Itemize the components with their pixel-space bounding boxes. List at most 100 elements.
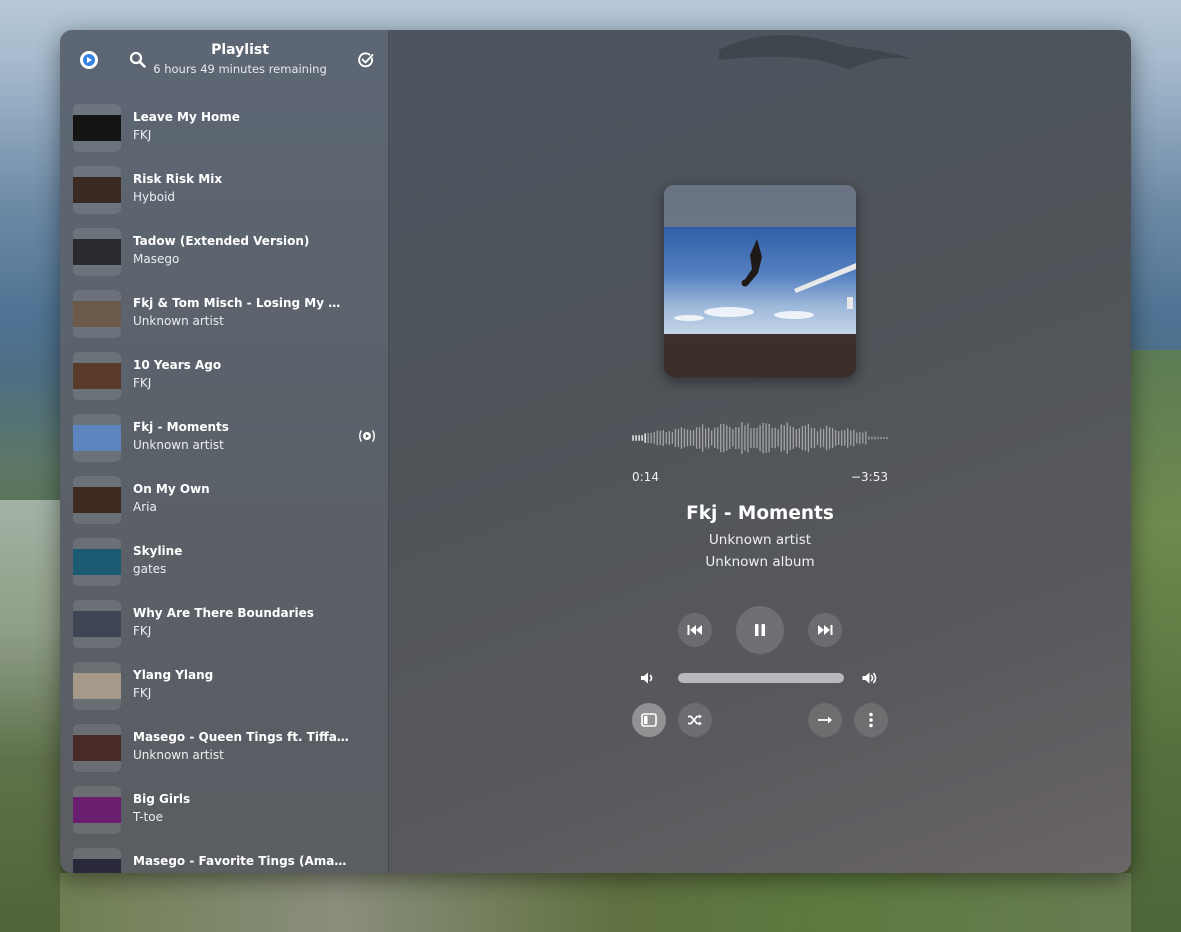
waveform-bar bbox=[780, 424, 782, 452]
waveform-bar bbox=[665, 432, 667, 444]
track-artist: FKJ bbox=[133, 686, 152, 700]
waveform-bar bbox=[828, 427, 831, 449]
repeat-button[interactable] bbox=[808, 703, 842, 737]
waveform-bar bbox=[874, 436, 876, 440]
track-row[interactable]: Big Girls T-toe bbox=[60, 784, 389, 846]
waveform-bar bbox=[720, 423, 722, 453]
waveform-bar bbox=[856, 432, 858, 444]
track-artist: Unknown artist bbox=[133, 438, 224, 452]
track-artist: FKJ bbox=[133, 376, 152, 390]
waveform-bar bbox=[750, 428, 752, 448]
track-row[interactable]: Fkj - Moments Unknown artist bbox=[60, 412, 389, 474]
waveform-bar bbox=[692, 430, 695, 446]
play-circle-icon[interactable] bbox=[80, 51, 98, 69]
waveform-bar bbox=[668, 431, 670, 445]
waveform-bar bbox=[880, 436, 882, 440]
track-row[interactable]: 10 Years Ago FKJ bbox=[60, 350, 389, 412]
waveform-bar bbox=[807, 423, 810, 453]
waveform-seek-bar[interactable] bbox=[632, 415, 888, 461]
waveform-bar bbox=[635, 435, 637, 441]
waveform-bar bbox=[813, 427, 816, 449]
skip-backward-icon bbox=[687, 625, 702, 635]
waveform-bar bbox=[747, 423, 749, 453]
sidebar-header: Playlist 6 hours 49 minutes remaining bbox=[60, 30, 388, 96]
sidebar-toggle-button[interactable] bbox=[632, 703, 666, 737]
track-row[interactable]: Why Are There Boundaries FKJ bbox=[60, 598, 389, 660]
volume-low-icon[interactable] bbox=[639, 669, 657, 687]
track-row[interactable]: Tadow (Extended Version) Masego bbox=[60, 226, 389, 288]
diver-silhouette bbox=[741, 239, 856, 309]
waveform-bar bbox=[704, 428, 707, 448]
waveform-bar bbox=[756, 427, 758, 449]
track-thumbnail bbox=[73, 352, 121, 400]
track-row[interactable]: Masego - Queen Tings ft. Tiffany Gouché U… bbox=[60, 722, 389, 784]
waveform-bar bbox=[774, 427, 776, 449]
waveform-bar bbox=[632, 435, 634, 441]
waveform-bar bbox=[816, 431, 819, 445]
track-artist: Unknown artist bbox=[133, 314, 224, 328]
previous-button[interactable] bbox=[678, 613, 712, 647]
waveform-bar bbox=[831, 427, 834, 449]
waveform-bar bbox=[786, 422, 788, 454]
waveform-bar bbox=[744, 425, 746, 451]
volume-slider[interactable] bbox=[678, 673, 844, 683]
track-row[interactable]: Skyline gates bbox=[60, 536, 389, 598]
waveform-bar bbox=[738, 427, 740, 449]
music-player-window: Playlist 6 hours 49 minutes remaining Le… bbox=[60, 30, 1131, 873]
track-row[interactable]: Masego - Favorite Tings (Amazon Original… bbox=[60, 846, 389, 873]
track-thumbnail bbox=[73, 662, 121, 710]
track-row[interactable]: Risk Risk Mix Hyboid bbox=[60, 164, 389, 226]
waveform-bar bbox=[771, 428, 773, 448]
search-icon[interactable] bbox=[128, 50, 148, 70]
waveform-bar bbox=[674, 429, 677, 447]
track-row[interactable]: On My Own Aria bbox=[60, 474, 389, 536]
waveform-bar bbox=[677, 429, 680, 447]
shuffle-button[interactable] bbox=[678, 703, 712, 737]
waveform-bar bbox=[647, 432, 649, 444]
track-artist: Unknown artist bbox=[133, 748, 224, 762]
waveform-bar bbox=[819, 428, 822, 448]
track-title: Fkj & Tom Misch - Losing My Way bbox=[133, 296, 349, 310]
waveform-bar bbox=[759, 424, 761, 452]
track-list[interactable]: Leave My Home FKJ Risk Risk Mix Hyboid Tadow… bbox=[60, 102, 389, 873]
track-title: Leave My Home bbox=[133, 110, 240, 124]
playlist-title: Playlist bbox=[211, 42, 269, 58]
waveform-bar bbox=[883, 437, 885, 439]
waveform-bar bbox=[877, 436, 879, 440]
pause-icon bbox=[755, 624, 765, 636]
track-title: Ylang Ylang bbox=[133, 668, 214, 682]
waveform-bar bbox=[741, 422, 743, 454]
waveform-bar bbox=[723, 423, 725, 453]
waveform-bar bbox=[841, 430, 843, 446]
next-button[interactable] bbox=[808, 613, 842, 647]
kebab-menu-icon bbox=[869, 712, 873, 728]
waveform-bar bbox=[871, 436, 873, 440]
track-row[interactable]: Ylang Ylang FKJ bbox=[60, 660, 389, 722]
track-row[interactable]: Fkj & Tom Misch - Losing My Way Unknown a… bbox=[60, 288, 389, 350]
check-circle-icon[interactable] bbox=[357, 51, 375, 69]
play-pause-button[interactable] bbox=[736, 606, 784, 654]
waveform-bar bbox=[641, 435, 643, 441]
track-row[interactable]: Leave My Home FKJ bbox=[60, 102, 389, 164]
waveform-bar bbox=[835, 429, 837, 447]
speaker-playing-icon bbox=[359, 430, 375, 442]
track-thumbnail bbox=[73, 786, 121, 834]
desktop-background-right bbox=[1131, 350, 1181, 932]
track-title: Tadow (Extended Version) bbox=[133, 234, 310, 248]
waveform-bar bbox=[686, 429, 689, 447]
track-title: Why Are There Boundaries bbox=[133, 606, 314, 620]
main-menu-button[interactable] bbox=[854, 703, 888, 737]
waveform-bar bbox=[708, 427, 710, 449]
track-title: 10 Years Ago bbox=[133, 358, 222, 372]
waveform-bar bbox=[671, 432, 674, 444]
volume-high-icon[interactable] bbox=[861, 669, 879, 687]
waveform-bar bbox=[714, 427, 716, 449]
waveform-bar bbox=[680, 427, 683, 449]
repeat-icon bbox=[818, 716, 832, 724]
track-title: Masego - Queen Tings ft. Tiffany Gouché bbox=[133, 730, 349, 744]
playlist-sidebar: Playlist 6 hours 49 minutes remaining Le… bbox=[60, 30, 389, 873]
waveform-bar bbox=[804, 425, 807, 451]
waveform-bar bbox=[865, 431, 867, 445]
playlist-remaining-time: 6 hours 49 minutes remaining bbox=[153, 62, 327, 76]
track-thumbnail bbox=[73, 104, 121, 152]
